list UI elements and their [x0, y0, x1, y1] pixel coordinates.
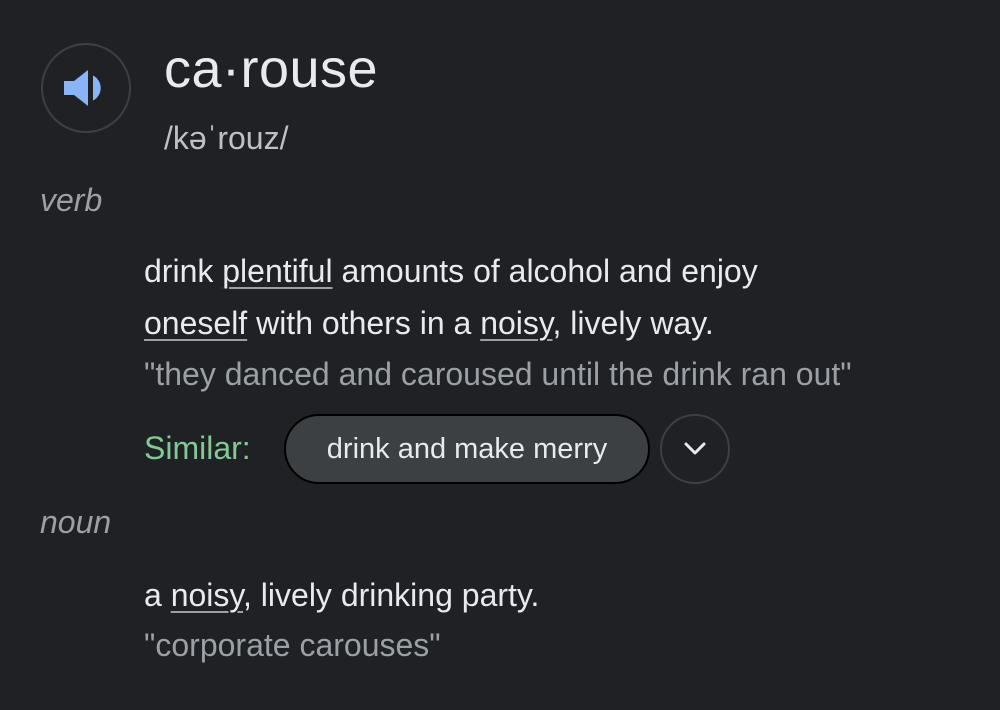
- pronunciation-button[interactable]: [41, 43, 131, 133]
- expand-similar-button[interactable]: [660, 414, 730, 484]
- definition-text: drink: [144, 253, 223, 289]
- definition-text: a: [144, 577, 171, 613]
- definition-link-noisy[interactable]: noisy: [480, 305, 552, 341]
- definition-link-plentiful[interactable]: plentiful: [222, 253, 332, 289]
- phonetic-transcription: /kəˈrouz/: [164, 120, 289, 156]
- chevron-down-icon: [681, 440, 709, 458]
- part-of-speech-verb: verb: [40, 182, 103, 218]
- volume-up-icon: [62, 66, 110, 110]
- definition-text: with others in a: [247, 305, 481, 341]
- definition-text: , lively drinking party.: [243, 577, 540, 613]
- definition-link-oneself[interactable]: oneself: [144, 305, 247, 341]
- similar-label: Similar:: [144, 430, 251, 466]
- similar-chip-drink-and-make-merry[interactable]: drink and make merry: [284, 414, 650, 484]
- definition-text: amounts of alcohol and enjoy: [332, 253, 758, 289]
- definition-link-noisy[interactable]: noisy: [171, 577, 243, 613]
- example-verb: "they danced and caroused until the drin…: [144, 356, 852, 392]
- headword: ca·rouse: [164, 39, 379, 99]
- part-of-speech-noun: noun: [40, 504, 112, 540]
- example-noun: "corporate carouses": [144, 627, 441, 663]
- definition-text: , lively way.: [552, 305, 714, 341]
- definition-noun: a noisy, lively drinking party.: [144, 569, 974, 621]
- definition-verb: drink plentiful amounts of alcohol and e…: [144, 245, 974, 349]
